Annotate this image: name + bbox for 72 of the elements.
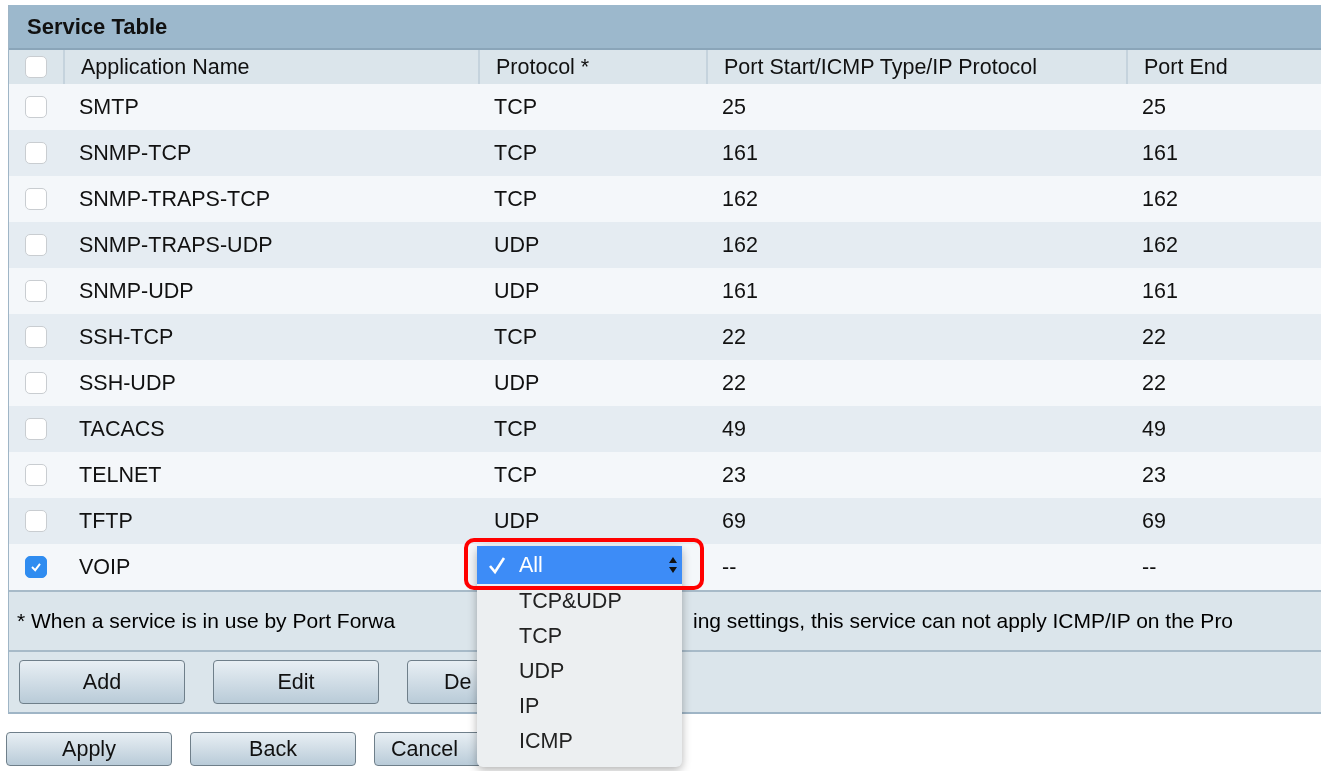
column-header: Port Start/ICMP Type/IP Protocol <box>724 54 1038 80</box>
checkbox[interactable] <box>25 418 47 440</box>
table-cell: -- <box>1142 554 1157 579</box>
checkbox[interactable] <box>25 234 47 256</box>
table-cell: 161 <box>1142 278 1178 303</box>
dropdown-option[interactable]: TCP <box>477 619 682 654</box>
dropdown-option[interactable]: TCP&UDP <box>477 584 682 619</box>
table-button[interactable]: Add <box>19 660 185 704</box>
table-cell: 161 <box>722 140 758 165</box>
table-cell: TFTP <box>79 508 133 533</box>
page-button[interactable]: Apply <box>6 732 172 766</box>
table-cell: TCP <box>494 416 537 441</box>
table-cell: 25 <box>1142 94 1166 119</box>
checkbox[interactable] <box>25 96 47 118</box>
footnote-text: ing settings, this service can not apply ICMP/IP on the Pro <box>693 609 1234 633</box>
dropdown-option[interactable]: IP <box>477 689 682 724</box>
table-cell: SNMP-TRAPS-UDP <box>79 232 273 257</box>
checkbox[interactable] <box>25 510 47 532</box>
checkbox[interactable] <box>25 556 47 578</box>
table-cell: 162 <box>722 186 758 211</box>
checkbox[interactable] <box>25 280 47 302</box>
table-cell: 161 <box>722 278 758 303</box>
table-cell: 69 <box>722 508 746 533</box>
table-cell: SNMP-TRAPS-TCP <box>79 186 271 211</box>
table-cell: 161 <box>1142 140 1178 165</box>
table-cell: UDP <box>494 508 540 533</box>
table-cell: 69 <box>1142 508 1166 533</box>
checkbox[interactable] <box>25 464 47 486</box>
checkbox[interactable] <box>25 142 47 164</box>
table-cell: 22 <box>1142 324 1166 349</box>
table-cell: 23 <box>1142 462 1166 487</box>
table-cell: 22 <box>722 324 746 349</box>
table-cell: 162 <box>1142 186 1178 211</box>
table-cell: SNMP-UDP <box>79 278 194 303</box>
footnote-text: * When a service is in use by Port Forwa <box>17 609 397 633</box>
table-cell: 25 <box>722 94 746 119</box>
table-cell: SNMP-TCP <box>79 140 192 165</box>
table-cell: UDP <box>494 370 540 395</box>
table-cell: 162 <box>722 232 758 257</box>
table-cell: TELNET <box>79 462 162 487</box>
table-cell: 23 <box>722 462 746 487</box>
table-cell: SMTP <box>79 94 139 119</box>
table-cell: TCP <box>494 462 537 487</box>
table-cell: TACACS <box>79 416 165 441</box>
column-header: Application Name <box>81 54 250 80</box>
table-button[interactable]: Edit <box>213 660 379 704</box>
table-cell: VOIP <box>79 554 131 579</box>
checkbox[interactable] <box>25 372 47 394</box>
table-cell: SSH-TCP <box>79 324 174 349</box>
table-cell: 49 <box>722 416 746 441</box>
table-cell: TCP <box>494 324 537 349</box>
table-cell: TCP <box>494 140 537 165</box>
column-header: Protocol * <box>496 54 590 80</box>
table-cell: TCP <box>494 94 537 119</box>
table-cell: UDP <box>494 278 540 303</box>
table-cell: -- <box>722 554 737 579</box>
checkbox[interactable] <box>25 326 47 348</box>
dropdown-option[interactable]: UDP <box>477 654 682 689</box>
column-header: Port End <box>1144 54 1228 80</box>
table-cell: SSH-UDP <box>79 370 176 395</box>
checkbox[interactable] <box>25 188 47 210</box>
checkbox[interactable] <box>25 56 47 78</box>
table-cell: 49 <box>1142 416 1166 441</box>
table-cell: TCP <box>494 186 537 211</box>
table-cell: 22 <box>722 370 746 395</box>
stepper-arrows-icon <box>668 555 678 575</box>
panel-title: Service Table <box>9 5 1321 50</box>
checkmark-icon <box>487 555 507 575</box>
table-cell: 162 <box>1142 232 1178 257</box>
page-button[interactable]: Back <box>190 732 356 766</box>
table-cell: 22 <box>1142 370 1166 395</box>
table-cell: UDP <box>494 232 540 257</box>
